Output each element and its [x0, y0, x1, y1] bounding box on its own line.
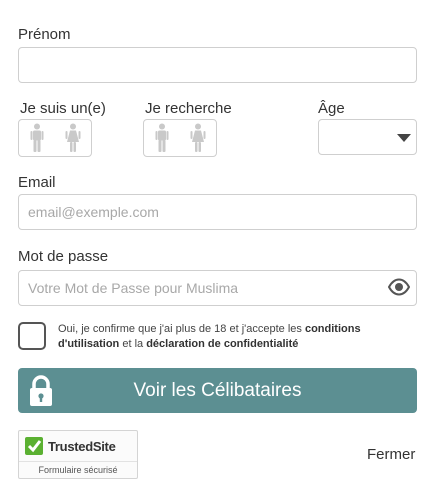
- close-link[interactable]: Fermer: [367, 446, 415, 463]
- age-label: Âge: [318, 100, 345, 117]
- consent-checkbox[interactable]: [18, 322, 46, 350]
- trustedsite-badge[interactable]: TrustedSite Formulaire sécurisé: [18, 430, 138, 479]
- gender-option-male[interactable]: [19, 120, 55, 156]
- female-icon: [65, 123, 81, 152]
- female-icon: [190, 123, 206, 152]
- check-shield-icon: [25, 437, 43, 455]
- first-name-label: Prénom: [18, 26, 71, 43]
- privacy-link[interactable]: déclaration de confidentialité: [146, 338, 298, 350]
- gender-option-female[interactable]: [55, 120, 91, 156]
- eye-icon[interactable]: [387, 278, 411, 301]
- gender-label: Je suis un(e): [20, 100, 106, 117]
- looking-for-label: Je recherche: [145, 100, 232, 117]
- looking-for-selector: [143, 119, 217, 157]
- looking-for-option-female[interactable]: [180, 120, 216, 156]
- password-input[interactable]: [18, 270, 417, 306]
- password-field: [18, 270, 417, 306]
- first-name-input[interactable]: [18, 47, 417, 83]
- lock-icon: [28, 375, 54, 413]
- trustedsite-name: TrustedSite: [48, 438, 116, 454]
- looking-for-option-male[interactable]: [144, 120, 180, 156]
- password-label: Mot de passe: [18, 248, 109, 265]
- consent-text: Oui, je confirme que j'ai plus de 18 et …: [58, 323, 361, 350]
- male-icon: [155, 123, 169, 152]
- email-label: Email: [18, 174, 56, 191]
- chevron-down-icon: [397, 134, 411, 142]
- trustedsite-subtitle: Formulaire sécurisé: [19, 461, 137, 478]
- age-select[interactable]: [318, 119, 417, 155]
- email-input[interactable]: [18, 194, 417, 230]
- gender-selector: [18, 119, 92, 157]
- male-icon: [30, 123, 44, 152]
- see-singles-label: Voir les Célibataires: [133, 379, 302, 401]
- see-singles-button[interactable]: Voir les Célibataires: [18, 368, 417, 413]
